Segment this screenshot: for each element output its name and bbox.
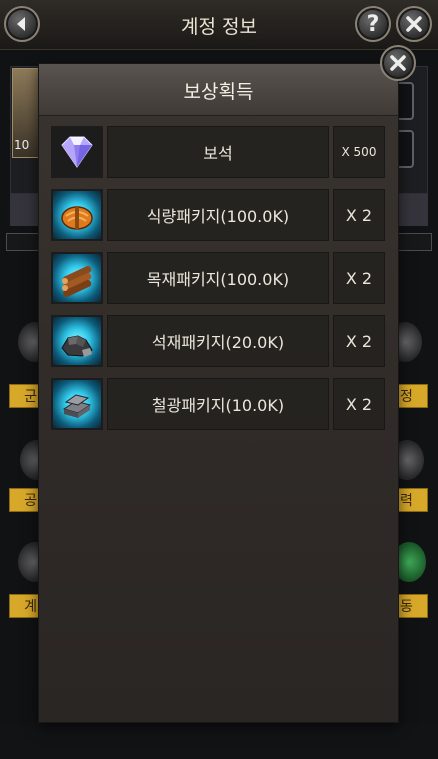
reward-name: 목재패키지(100.0K) (107, 252, 329, 304)
reward-name: 철광패키지(10.0K) (107, 378, 329, 430)
close-modal-button[interactable] (380, 45, 416, 81)
side-menu-label[interactable]: 군 (9, 384, 41, 408)
reward-quantity: X 2 (333, 378, 385, 430)
reward-icon-frame (51, 189, 103, 241)
iron-package-icon (62, 394, 92, 418)
reward-row: 보석 X 500 (51, 126, 385, 178)
close-page-button[interactable] (396, 6, 432, 42)
reward-icon-frame (51, 252, 103, 304)
reward-name: 식량패키지(100.0K) (107, 189, 329, 241)
gem-icon (61, 136, 93, 168)
bottom-strip (0, 724, 438, 759)
side-menu-label[interactable]: 동 (396, 594, 428, 618)
reward-row: 식량패키지(100.0K) X 2 (51, 189, 385, 241)
back-arrow-icon (17, 17, 25, 31)
close-icon (390, 55, 406, 71)
reward-name: 보석 (107, 126, 329, 178)
reward-quantity: X 2 (333, 189, 385, 241)
close-icon (406, 16, 422, 32)
modal-title: 보상획득 (183, 81, 254, 103)
reward-icon-frame (51, 126, 103, 178)
side-menu-label[interactable]: 력 (396, 488, 428, 512)
reward-icon-frame (51, 378, 103, 430)
back-button[interactable] (4, 6, 40, 42)
side-menu-label[interactable]: 정 (396, 384, 428, 408)
reward-modal: 보상획득 보석 X 500 식량패키지(100.0K) X 2 목재패키지(10… (39, 64, 398, 722)
reward-row: 목재패키지(100.0K) X 2 (51, 252, 385, 304)
reward-quantity: X 2 (333, 252, 385, 304)
reward-icon-frame (51, 315, 103, 367)
stone-package-icon (61, 335, 93, 357)
help-button[interactable]: ? (355, 6, 391, 42)
reward-row: 철광패키지(10.0K) X 2 (51, 378, 385, 430)
food-package-icon (61, 206, 93, 230)
level-text: 10 (14, 138, 30, 152)
reward-quantity: X 500 (333, 126, 385, 178)
reward-row: 석재패키지(20.0K) X 2 (51, 315, 385, 367)
modal-header: 보상획득 (39, 64, 398, 116)
side-menu-label[interactable]: 계 (9, 594, 41, 618)
wood-package-icon (62, 265, 92, 297)
help-icon: ? (366, 11, 380, 37)
side-menu-label[interactable]: 공 (9, 488, 41, 512)
reward-quantity: X 2 (333, 315, 385, 367)
reward-name: 석재패키지(20.0K) (107, 315, 329, 367)
